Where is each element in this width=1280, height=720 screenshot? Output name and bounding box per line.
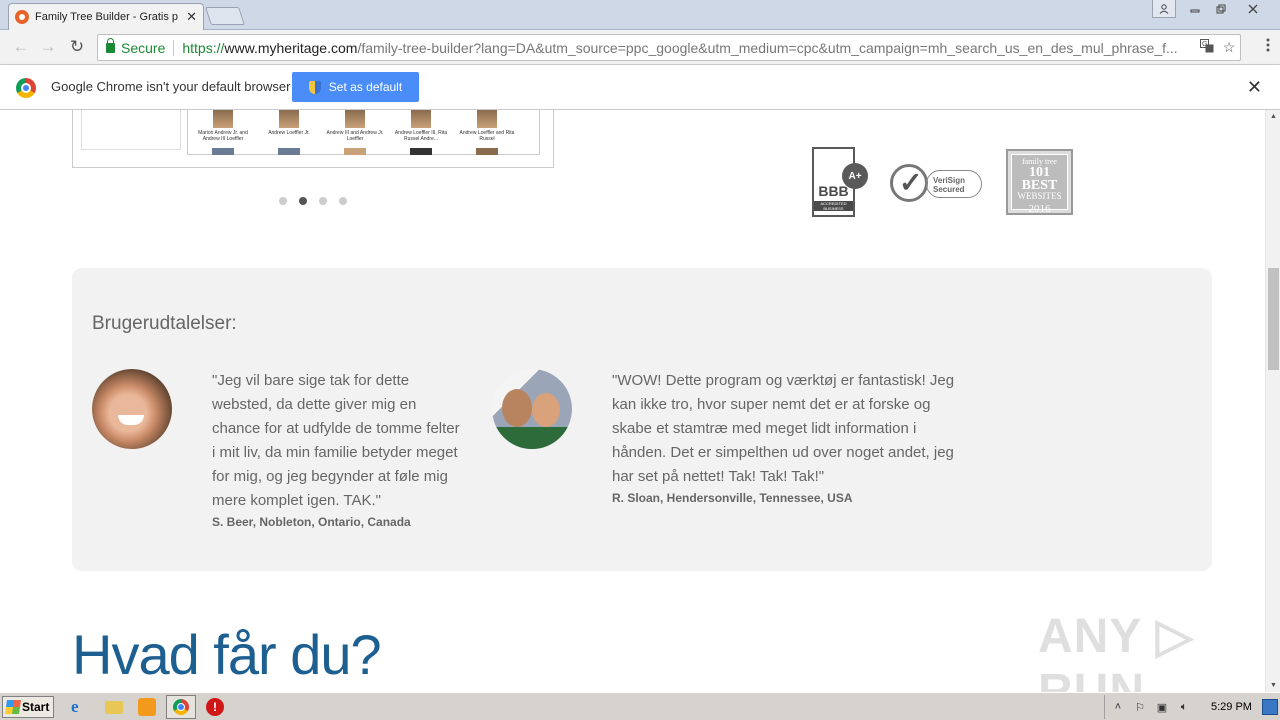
- carousel-dots: [279, 197, 347, 205]
- carousel-dot[interactable]: [319, 197, 327, 205]
- translate-icon[interactable]: G: [1196, 39, 1218, 56]
- screenshot-thumb: [476, 148, 498, 155]
- start-label: Start: [22, 700, 50, 714]
- carousel-dot[interactable]: [339, 197, 347, 205]
- shield-icon: [308, 80, 321, 94]
- scroll-thumb[interactable]: [1268, 268, 1279, 370]
- windows-flag-icon: [5, 700, 21, 714]
- chrome-icon: [173, 699, 189, 715]
- screenshot-sidebar: [81, 110, 181, 150]
- tray-expand-icon[interactable]: ˄: [1109, 701, 1127, 713]
- back-icon[interactable]: ←: [11, 37, 31, 57]
- verisign-badge[interactable]: ✓ VeriSign Secured: [890, 158, 984, 204]
- screenshot-thumb: [410, 148, 432, 155]
- screenshot-person: Andrew Loeffler Jr.: [260, 110, 318, 136]
- bbb-text: BBB: [818, 183, 849, 199]
- windows-taskbar: Start e ! ˄ ⚐ ▣ 🔈︎ 5:29 PM: [0, 692, 1280, 720]
- volume-icon[interactable]: 🔈︎: [1175, 701, 1193, 714]
- infobar-close-icon[interactable]: ✕: [1247, 77, 1262, 98]
- page-content: Marion Andrew Jr. and Andrew III Loeffle…: [0, 110, 1265, 692]
- default-browser-infobar: Google Chrome isn't your default browser…: [0, 65, 1280, 110]
- tab-close-icon[interactable]: ✕: [186, 9, 197, 25]
- page-scrollbar[interactable]: ▲ ▼: [1265, 110, 1280, 692]
- new-tab-button[interactable]: [205, 7, 245, 25]
- testimonial-author: S. Beer, Nobleton, Ontario, Canada: [212, 515, 411, 529]
- bbb-rating: A+: [842, 163, 868, 189]
- checkmark-icon: ✓: [899, 167, 923, 198]
- bbb-subtext: ACCREDITED BUSINESS: [814, 201, 853, 211]
- myheritage-favicon-icon: [15, 10, 29, 24]
- testimonial-author: R. Sloan, Hendersonville, Tennessee, USA: [612, 491, 853, 505]
- tab-strip: Family Tree Builder - Gratis p ✕: [0, 0, 1280, 30]
- clock[interactable]: 5:29 PM: [1211, 701, 1252, 713]
- restore-icon[interactable]: [1209, 0, 1233, 18]
- flag-icon[interactable]: ⚐: [1131, 701, 1149, 714]
- chrome-taskbar-button[interactable]: [166, 695, 196, 719]
- product-screenshot: Marion Andrew Jr. and Andrew III Loeffle…: [72, 110, 554, 168]
- screen: Family Tree Builder - Gratis p ✕ ← → ↻ S…: [0, 0, 1280, 720]
- stop-icon[interactable]: !: [206, 698, 224, 716]
- set-as-default-button[interactable]: Set as default: [292, 72, 419, 102]
- avatar: [92, 369, 172, 449]
- internet-explorer-icon[interactable]: e: [71, 698, 89, 716]
- svg-text:G: G: [1202, 41, 1207, 48]
- folder-icon[interactable]: [105, 701, 123, 714]
- chrome-logo-icon: [16, 78, 36, 98]
- window-close-icon[interactable]: [1238, 0, 1268, 18]
- award-inner: family tree 101 BEST WEBSITES 2016: [1011, 154, 1068, 215]
- omnibox-separator: [173, 39, 175, 56]
- screenshot-person: Andrew Loeffler III, Rita Russel Andre..…: [392, 110, 450, 142]
- screenshot-person: Andrew Loeffler and Rita Russel: [458, 110, 516, 142]
- testimonials-section: Brugerudtalelser: "Jeg vil bare sige tak…: [72, 268, 1212, 571]
- address-bar[interactable]: Secure https://www.myheritage.com/family…: [97, 34, 1241, 61]
- section-heading: Hvad får du?: [72, 623, 382, 686]
- lock-icon: [106, 37, 115, 53]
- chrome-menu-icon[interactable]: [1266, 38, 1270, 52]
- testimonial-quote: "Jeg vil bare sige tak for dette websted…: [212, 372, 460, 509]
- award-subtitle: WEBSITES: [1017, 191, 1062, 201]
- show-desktop-button[interactable]: [1262, 699, 1278, 715]
- screenshot-person: Andrew III and Andrew Jr. Loeffler: [326, 110, 384, 142]
- network-icon[interactable]: ▣: [1153, 701, 1171, 714]
- award-title: 101 BEST: [1021, 165, 1058, 193]
- anyrun-watermark: ANY ▷ RUN: [1038, 610, 1194, 692]
- tab-title: Family Tree Builder - Gratis p: [35, 11, 179, 23]
- reload-icon[interactable]: ↻: [67, 37, 87, 57]
- screenshot-thumb: [212, 148, 234, 155]
- browser-tab[interactable]: Family Tree Builder - Gratis p ✕: [8, 3, 204, 30]
- url-scheme: https://: [182, 39, 225, 56]
- carousel-dot[interactable]: [279, 197, 287, 205]
- minimize-icon[interactable]: [1183, 0, 1207, 18]
- set-as-default-label: Set as default: [328, 80, 403, 94]
- start-button[interactable]: Start: [2, 696, 54, 718]
- award-year: 2016: [1028, 203, 1051, 215]
- media-player-icon[interactable]: [138, 698, 156, 716]
- infobar-message: Google Chrome isn't your default browser: [51, 79, 291, 94]
- testimonials-heading: Brugerudtalelser:: [92, 313, 237, 334]
- testimonial-quote: "WOW! Dette program og værktøj er fantas…: [612, 372, 955, 485]
- screenshot-thumb: [344, 148, 366, 155]
- carousel-dot-active[interactable]: [299, 197, 307, 205]
- forward-icon[interactable]: →: [38, 37, 58, 57]
- url-host: www.myheritage.com: [224, 39, 358, 56]
- verisign-label: VeriSign Secured: [926, 170, 982, 198]
- avatar: [492, 369, 572, 449]
- family-tree-award-badge[interactable]: family tree 101 BEST WEBSITES 2016: [1006, 149, 1073, 215]
- browser-toolbar: ← → ↻ Secure https://www.myheritage.com/…: [0, 30, 1280, 65]
- scroll-down-icon[interactable]: ▼: [1266, 679, 1280, 692]
- scroll-up-icon[interactable]: ▲: [1266, 110, 1280, 123]
- system-tray: ˄ ⚐ ▣ 🔈︎ 5:29 PM: [1104, 695, 1280, 719]
- bookmark-star-icon[interactable]: ☆: [1218, 39, 1240, 56]
- screenshot-thumb: [278, 148, 300, 155]
- secure-label: Secure: [121, 39, 166, 56]
- user-profile-icon[interactable]: [1152, 0, 1176, 18]
- screenshot-grid: Marion Andrew Jr. and Andrew III Loeffle…: [187, 110, 540, 155]
- url-text[interactable]: https://www.myheritage.com/family-tree-b…: [182, 40, 1196, 56]
- url-path: /family-tree-builder?lang=DA&utm_source=…: [357, 39, 1178, 56]
- screenshot-person: Marion Andrew Jr. and Andrew III Loeffle…: [194, 110, 252, 142]
